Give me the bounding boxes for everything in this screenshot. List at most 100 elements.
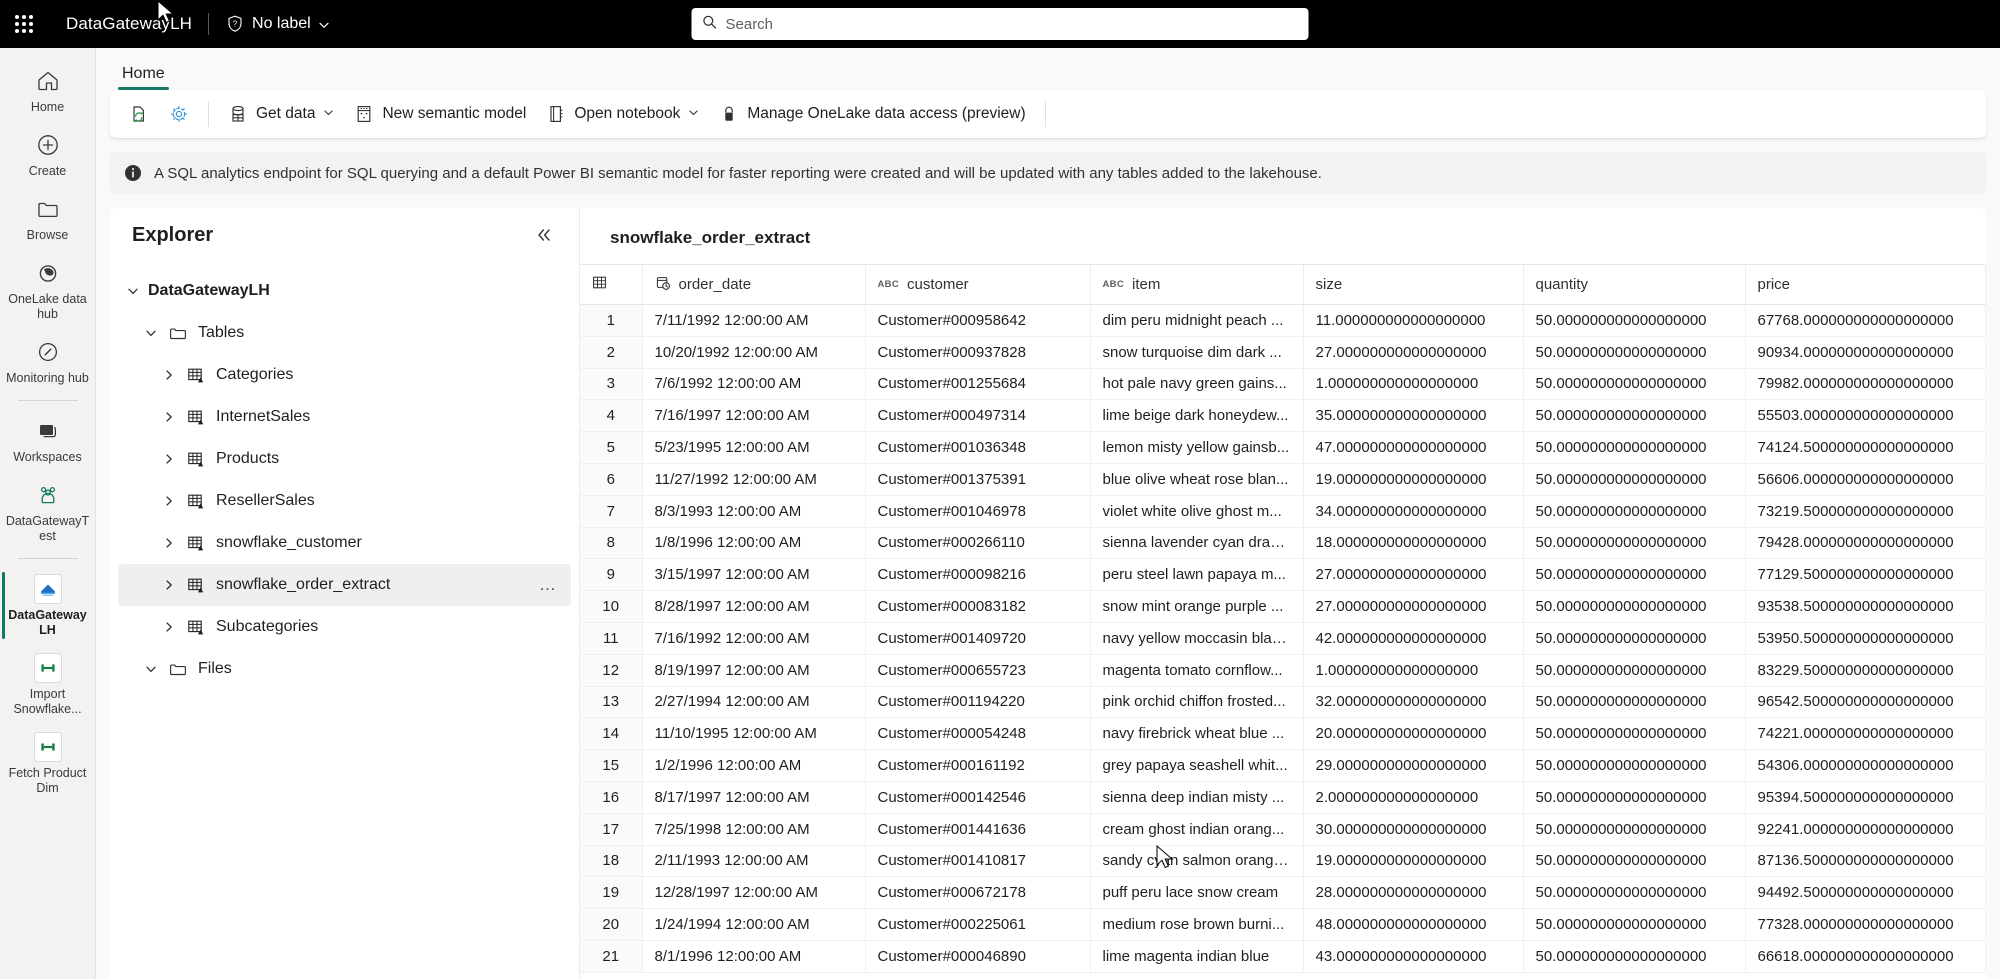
cell-item[interactable]: navy firebrick wheat blue ... <box>1090 717 1304 751</box>
cell-item[interactable]: sienna lavender cyan drab ... <box>1090 527 1304 560</box>
cell-quantity[interactable]: 50.000000000000000000 <box>1523 463 1746 496</box>
cell-quantity[interactable]: 50.000000000000000000 <box>1523 654 1746 687</box>
cell-item[interactable]: puff peru lace snow cream <box>1090 876 1304 910</box>
cell-size[interactable]: 19.000000000000000000 <box>1303 463 1524 496</box>
table-row[interactable]: 16 8/17/1997 12:00:00 AM Customer#00014254… <box>580 781 1986 814</box>
table-row[interactable]: 5 5/23/1995 12:00:00 AM Customer#001036348… <box>580 431 1986 464</box>
chevron-down-icon[interactable] <box>136 318 166 348</box>
cell-quantity[interactable]: 50.000000000000000000 <box>1523 399 1746 433</box>
cell-customer[interactable]: Customer#000655723 <box>865 654 1091 687</box>
cell-price[interactable]: 95394.500000000000000000 <box>1745 781 1986 814</box>
cell-size[interactable]: 29.000000000000000000 <box>1303 749 1524 782</box>
table-row[interactable]: 10 8/28/1997 12:00:00 AM Customer#00008318… <box>580 590 1986 623</box>
cell-order-date[interactable]: 8/28/1997 12:00:00 AM <box>642 590 866 623</box>
data-grid-container[interactable]: order_date ABC customer ABC item size qu… <box>580 264 1986 979</box>
cell-order-date[interactable]: 8/17/1997 12:00:00 AM <box>642 781 866 814</box>
column-header-quantity[interactable]: quantity <box>1523 264 1746 305</box>
chevron-right-icon[interactable] <box>154 612 184 642</box>
chevron-down-icon[interactable] <box>136 654 166 684</box>
cell-item[interactable]: hot pale navy green gains... <box>1090 368 1304 401</box>
cell-size[interactable]: 28.000000000000000000 <box>1303 876 1524 910</box>
column-header-price[interactable]: price <box>1745 264 1986 305</box>
cell-order-date[interactable]: 1/2/1996 12:00:00 AM <box>642 749 866 782</box>
cell-quantity[interactable]: 50.000000000000000000 <box>1523 558 1746 592</box>
cell-customer[interactable]: Customer#000958642 <box>865 304 1091 337</box>
tree-node-products[interactable]: Products <box>118 438 571 480</box>
cell-item[interactable]: lime magenta indian blue <box>1090 940 1304 973</box>
cell-price[interactable]: 92241.000000000000000000 <box>1745 813 1986 846</box>
cell-price[interactable]: 93538.500000000000000000 <box>1745 590 1986 623</box>
cell-quantity[interactable]: 50.000000000000000000 <box>1523 749 1746 782</box>
cell-item[interactable]: snow turquoise dim dark ... <box>1090 336 1304 369</box>
tab-home[interactable]: Home <box>118 65 169 90</box>
tree-node-snowflake-customer[interactable]: snowflake_customer <box>118 522 571 564</box>
cell-size[interactable]: 27.000000000000000000 <box>1303 590 1524 623</box>
cell-size[interactable]: 35.000000000000000000 <box>1303 399 1524 433</box>
cell-customer[interactable]: Customer#000098216 <box>865 558 1091 592</box>
sidebar-item-datagatewaylh[interactable]: DataGatewayLH <box>1 566 94 645</box>
cell-size[interactable]: 27.000000000000000000 <box>1303 336 1524 369</box>
sensitivity-label-button[interactable]: ? No label <box>225 14 330 34</box>
cell-quantity[interactable]: 50.000000000000000000 <box>1523 431 1746 464</box>
cell-quantity[interactable]: 50.000000000000000000 <box>1523 876 1746 910</box>
cell-customer[interactable]: Customer#001375391 <box>865 463 1091 496</box>
cell-quantity[interactable]: 50.000000000000000000 <box>1523 940 1746 973</box>
table-row[interactable]: 1 7/11/1992 12:00:00 AM Customer#000958642… <box>580 304 1986 337</box>
cell-quantity[interactable]: 50.000000000000000000 <box>1523 686 1746 719</box>
new-semantic-model-button[interactable]: New semantic model <box>345 97 535 131</box>
app-launcher-icon[interactable] <box>0 0 48 48</box>
cell-size[interactable]: 1.000000000000000000 <box>1303 368 1524 401</box>
cell-item[interactable]: peru steel lawn papaya m... <box>1090 558 1304 592</box>
cell-customer[interactable]: Customer#000497314 <box>865 399 1091 433</box>
cell-order-date[interactable]: 2/27/1994 12:00:00 AM <box>642 686 866 719</box>
column-header-size[interactable]: size <box>1303 264 1524 305</box>
cell-quantity[interactable]: 50.000000000000000000 <box>1523 908 1746 941</box>
cell-price[interactable]: 77129.500000000000000000 <box>1745 558 1986 592</box>
cell-item[interactable]: navy yellow moccasin blan... <box>1090 622 1304 655</box>
chevron-down-icon[interactable] <box>118 276 148 306</box>
cell-price[interactable]: 83229.500000000000000000 <box>1745 654 1986 687</box>
table-row[interactable]: 20 1/24/1994 12:00:00 AM Customer#00022506… <box>580 908 1986 941</box>
cell-quantity[interactable]: 50.000000000000000000 <box>1523 304 1746 337</box>
cell-size[interactable]: 47.000000000000000000 <box>1303 431 1524 464</box>
table-row[interactable]: 6 11/27/1992 12:00:00 AM Customer#00137539… <box>580 463 1986 496</box>
cell-order-date[interactable]: 11/10/1995 12:00:00 AM <box>642 717 866 751</box>
cell-price[interactable]: 67768.000000000000000000 <box>1745 304 1986 337</box>
cell-order-date[interactable]: 7/16/1992 12:00:00 AM <box>642 622 866 655</box>
cell-item[interactable]: sandy cyan salmon orange... <box>1090 845 1304 878</box>
cell-customer[interactable]: Customer#000142546 <box>865 781 1091 814</box>
tree-node-tables[interactable]: Tables <box>118 312 571 354</box>
cell-size[interactable]: 32.000000000000000000 <box>1303 686 1524 719</box>
cell-quantity[interactable]: 50.000000000000000000 <box>1523 717 1746 751</box>
table-row[interactable]: 4 7/16/1997 12:00:00 AM Customer#000497314… <box>580 399 1986 433</box>
chevron-right-icon[interactable] <box>154 486 184 516</box>
cell-order-date[interactable]: 3/15/1997 12:00:00 AM <box>642 558 866 592</box>
cell-order-date[interactable]: 12/28/1997 12:00:00 AM <box>642 876 866 910</box>
sidebar-item-home[interactable]: Home <box>2 58 94 122</box>
select-all-grid-icon[interactable] <box>592 276 607 294</box>
chevron-right-icon[interactable] <box>154 402 184 432</box>
cell-item[interactable]: snow mint orange purple ... <box>1090 590 1304 623</box>
cell-customer[interactable]: Customer#001046978 <box>865 495 1091 528</box>
cell-price[interactable]: 79428.000000000000000000 <box>1745 527 1986 560</box>
cell-price[interactable]: 77328.000000000000000000 <box>1745 908 1986 941</box>
chevron-right-icon[interactable] <box>154 528 184 558</box>
cell-quantity[interactable]: 50.000000000000000000 <box>1523 368 1746 401</box>
cell-price[interactable]: 90934.000000000000000000 <box>1745 336 1986 369</box>
cell-customer[interactable]: Customer#000054248 <box>865 717 1091 751</box>
sidebar-item-import-snowflake[interactable]: Import Snowflake... <box>2 645 94 724</box>
table-row[interactable]: 12 8/19/1997 12:00:00 AM Customer#00065572… <box>580 654 1986 687</box>
cell-customer[interactable]: Customer#001255684 <box>865 368 1091 401</box>
cell-customer[interactable]: Customer#001441636 <box>865 813 1091 846</box>
cell-item[interactable]: pink orchid chiffon frosted... <box>1090 686 1304 719</box>
cell-price[interactable]: 56606.000000000000000000 <box>1745 463 1986 496</box>
cell-order-date[interactable]: 8/19/1997 12:00:00 AM <box>642 654 866 687</box>
cell-price[interactable]: 74221.000000000000000000 <box>1745 717 1986 751</box>
column-header-item[interactable]: ABC item <box>1090 264 1304 305</box>
cell-quantity[interactable]: 50.000000000000000000 <box>1523 781 1746 814</box>
more-options-icon[interactable]: … <box>535 575 561 595</box>
open-notebook-button[interactable]: Open notebook <box>537 97 708 131</box>
cell-price[interactable]: 73219.500000000000000000 <box>1745 495 1986 528</box>
cell-order-date[interactable]: 11/27/1992 12:00:00 AM <box>642 463 866 496</box>
table-row[interactable]: 18 2/11/1993 12:00:00 AM Customer#00141081… <box>580 845 1986 878</box>
